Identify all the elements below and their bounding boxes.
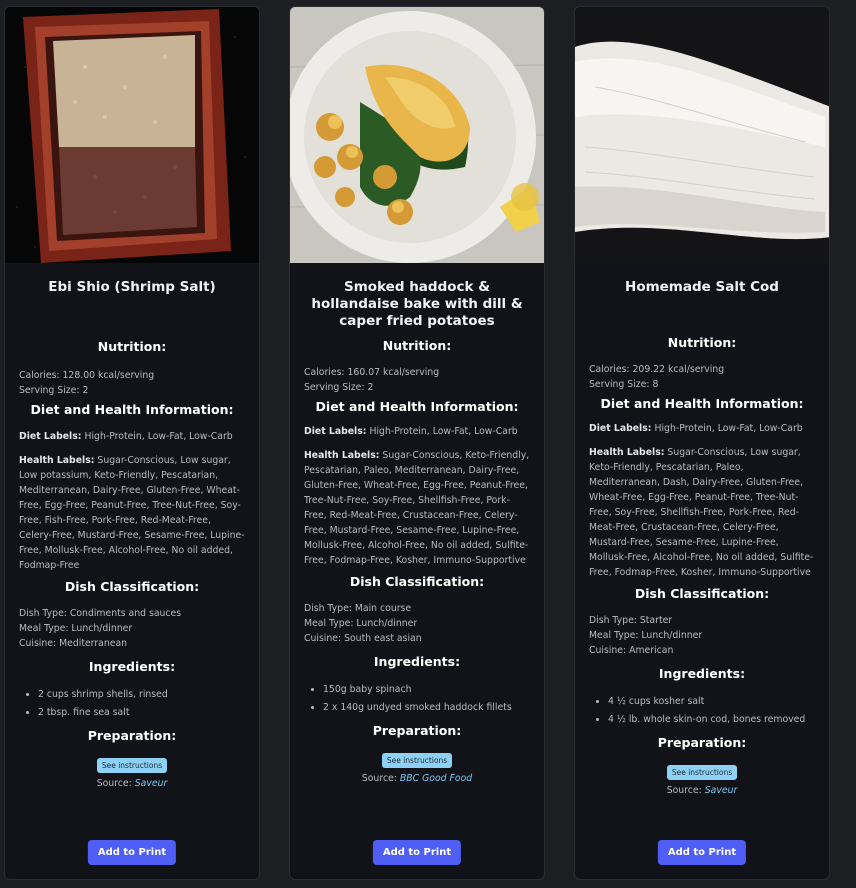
calories: Calories: 209.22 kcal/serving — [589, 364, 725, 375]
recipe-image — [575, 7, 829, 263]
diet-labels-key: Diet Labels: — [19, 431, 82, 442]
preparation-heading: Preparation: — [372, 723, 462, 738]
source-link[interactable]: Saveur — [135, 778, 168, 789]
diet-labels-value: High-Protein, Low-Fat, Low-Carb — [84, 431, 233, 442]
calories: Calories: 128.00 kcal/serving — [19, 370, 155, 381]
recipe-title: Smoked haddock & hollandaise bake with d… — [311, 279, 523, 329]
source-label: Source: — [666, 785, 702, 796]
diet-labels-key: Diet Labels: — [304, 426, 367, 437]
diet-labels: Diet Labels: High-Protein, Low-Fat, Low-… — [304, 424, 530, 439]
add-to-print-button[interactable]: Add to Print — [87, 840, 177, 865]
see-instructions-button[interactable]: See instructions — [666, 765, 738, 780]
dish-type: Dish Type: Condiments and sauces — [19, 608, 182, 619]
serving-size: Serving Size: 2 — [304, 382, 374, 393]
ingredients-list: 150g baby spinach 2 x 140g undyed smoked… — [304, 681, 530, 717]
dish-type: Dish Type: Starter — [589, 615, 673, 626]
source: Source: Saveur — [589, 785, 815, 796]
source: Source: Saveur — [19, 778, 245, 789]
ingredient-item: 2 tbsp. fine sea salt — [38, 704, 245, 722]
ingredient-item: 2 x 140g undyed smoked haddock fillets — [323, 699, 530, 717]
diet-labels-key: Diet Labels: — [589, 423, 652, 434]
ingredients-heading: Ingredients: — [658, 666, 746, 681]
source-label: Source: — [96, 778, 132, 789]
source-link[interactable]: BBC Good Food — [400, 773, 472, 784]
add-to-print-button[interactable]: Add to Print — [372, 840, 462, 865]
diet-heading: Diet and Health Information: — [315, 399, 519, 414]
recipe-image — [290, 7, 544, 263]
diet-heading: Diet and Health Information: — [600, 396, 804, 411]
health-labels-value: Sugar-Conscious, Keto-Friendly, Pescatar… — [304, 450, 530, 566]
nutrition-heading: Nutrition: — [97, 339, 167, 354]
diet-labels: Diet Labels: High-Protein, Low-Fat, Low-… — [19, 429, 245, 444]
diet-labels-value: High-Protein, Low-Fat, Low-Carb — [369, 426, 518, 437]
meal-type: Meal Type: Lunch/dinner — [304, 618, 418, 629]
ingredient-item: 2 cups shrimp shells, rinsed — [38, 686, 245, 704]
ingredient-item: 4 ½ lb. whole skin-on cod, bones removed — [608, 711, 815, 729]
health-labels: Health Labels: Sugar-Conscious, Low suga… — [19, 453, 245, 573]
health-labels: Health Labels: Sugar-Conscious, Keto-Fri… — [304, 448, 530, 568]
cuisine: Cuisine: American — [589, 645, 674, 656]
ingredients-heading: Ingredients: — [373, 654, 461, 669]
health-labels-key: Health Labels: — [19, 455, 95, 466]
see-instructions-button[interactable]: See instructions — [381, 753, 453, 768]
preparation-heading: Preparation: — [657, 735, 747, 750]
health-labels-value: Sugar-Conscious, Low sugar, Keto-Friendl… — [589, 447, 814, 578]
health-labels-key: Health Labels: — [304, 450, 380, 461]
serving-size: Serving Size: 2 — [19, 385, 89, 396]
preparation-heading: Preparation: — [87, 728, 177, 743]
source: Source: BBC Good Food — [304, 773, 530, 784]
diet-heading: Diet and Health Information: — [30, 402, 234, 417]
ingredient-item: 150g baby spinach — [323, 681, 530, 699]
health-labels-key: Health Labels: — [589, 447, 665, 458]
dish-classification-heading: Dish Classification: — [634, 586, 770, 601]
recipe-card: Smoked haddock & hollandaise bake with d… — [289, 6, 545, 880]
cuisine: Cuisine: Mediterranean — [19, 638, 128, 649]
recipe-card: Ebi Shio (Shrimp Salt) Nutrition: Calori… — [4, 6, 260, 880]
dish-classification-heading: Dish Classification: — [349, 574, 485, 589]
diet-labels: Diet Labels: High-Protein, Low-Fat, Low-… — [589, 421, 815, 436]
see-instructions-button[interactable]: See instructions — [96, 758, 168, 773]
ingredients-heading: Ingredients: — [88, 659, 176, 674]
source-label: Source: — [361, 773, 397, 784]
ingredient-item: 4 ½ cups kosher salt — [608, 693, 815, 711]
meal-type: Meal Type: Lunch/dinner — [19, 623, 133, 634]
source-link[interactable]: Saveur — [705, 785, 738, 796]
ingredients-list: 2 cups shrimp shells, rinsed 2 tbsp. fin… — [19, 686, 245, 722]
meal-type: Meal Type: Lunch/dinner — [589, 630, 703, 641]
nutrition-heading: Nutrition: — [667, 335, 737, 350]
recipe-title: Ebi Shio (Shrimp Salt) — [48, 279, 216, 295]
cuisine: Cuisine: South east asian — [304, 633, 422, 644]
serving-size: Serving Size: 8 — [589, 379, 659, 390]
add-to-print-button[interactable]: Add to Print — [657, 840, 747, 865]
calories: Calories: 160.07 kcal/serving — [304, 367, 440, 378]
recipe-title: Homemade Salt Cod — [625, 279, 779, 295]
health-labels: Health Labels: Sugar-Conscious, Low suga… — [589, 445, 815, 580]
dish-classification-heading: Dish Classification: — [64, 579, 200, 594]
diet-labels-value: High-Protein, Low-Fat, Low-Carb — [654, 423, 803, 434]
recipe-image — [5, 7, 259, 263]
ingredients-list: 4 ½ cups kosher salt 4 ½ lb. whole skin-… — [589, 693, 815, 729]
health-labels-value: Sugar-Conscious, Low sugar, Low potassiu… — [19, 455, 245, 571]
recipe-card: Homemade Salt Cod Nutrition: Calories: 2… — [574, 6, 830, 880]
nutrition-heading: Nutrition: — [382, 338, 452, 353]
dish-type: Dish Type: Main course — [304, 603, 412, 614]
